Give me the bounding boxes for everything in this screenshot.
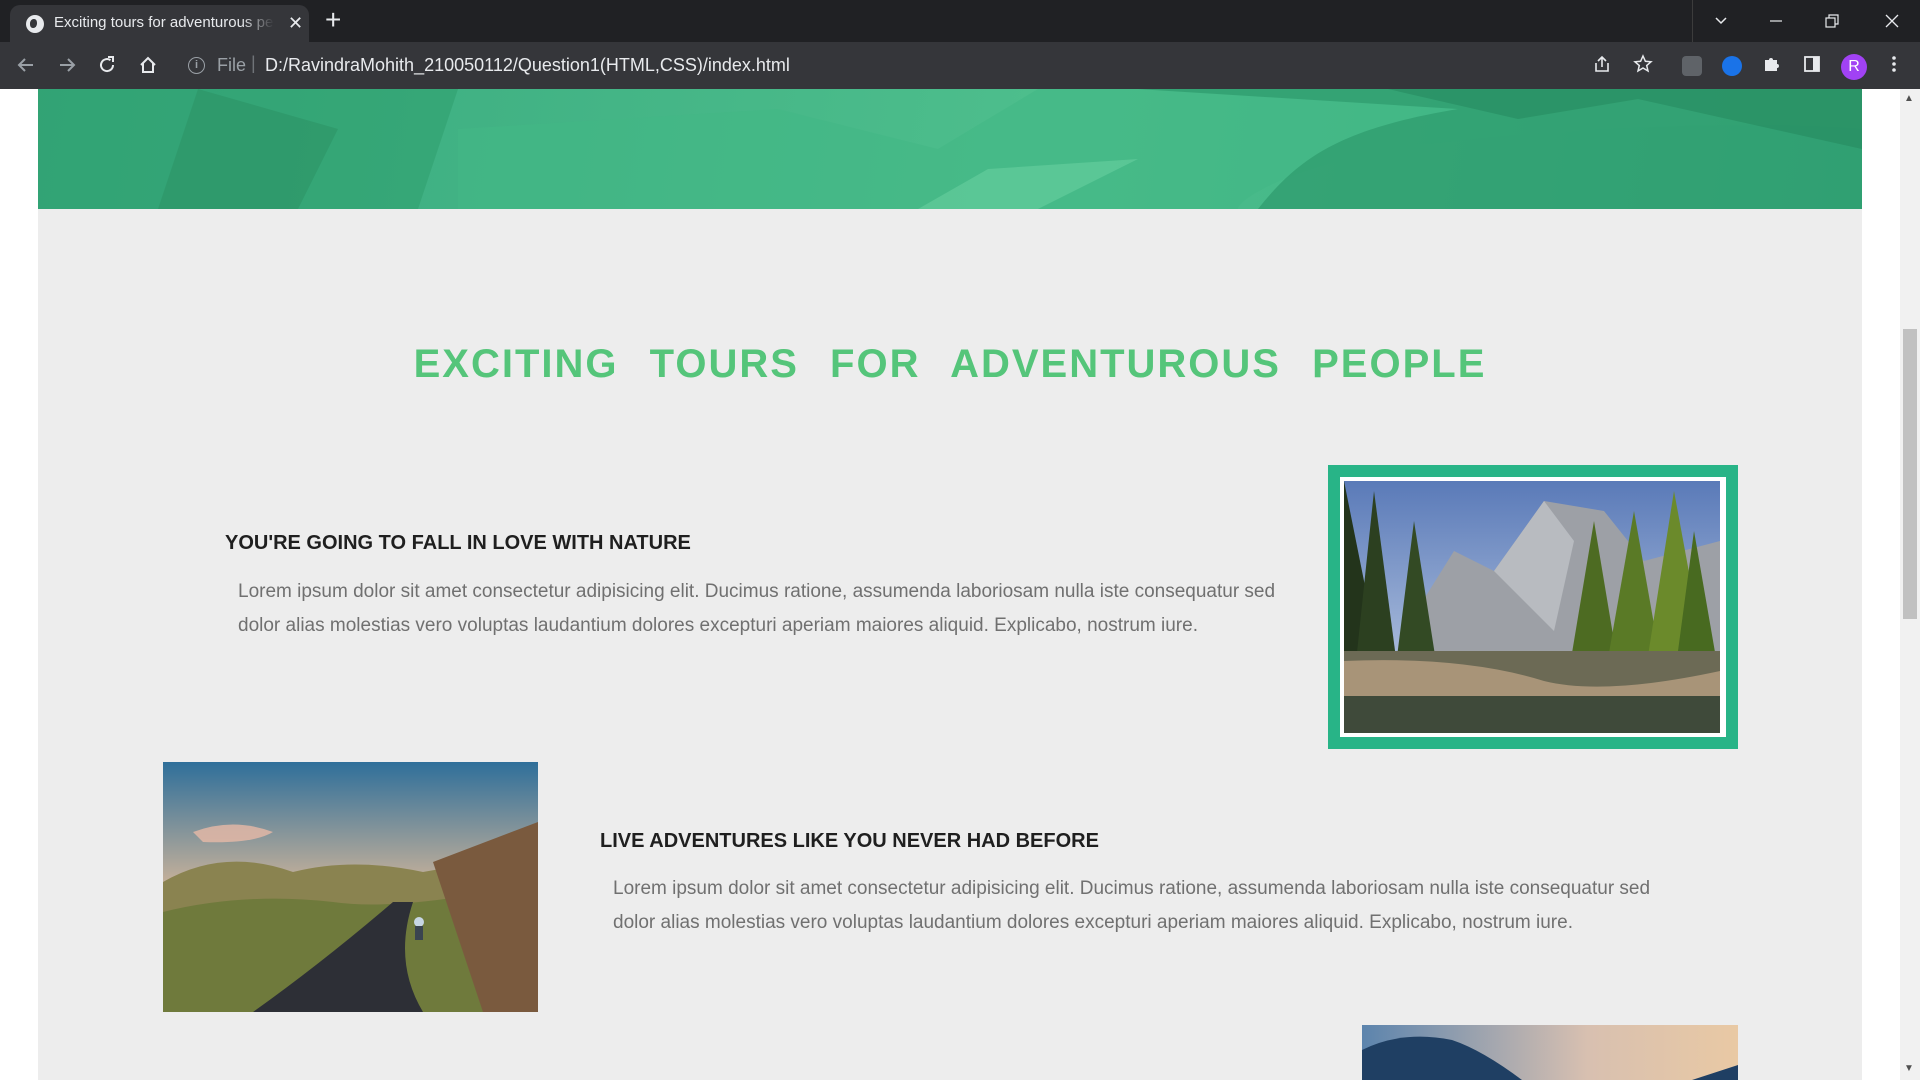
extensions-button[interactable]: [1760, 54, 1784, 78]
chevron-down-icon: [1714, 17, 1727, 25]
close-window-button[interactable]: [1864, 0, 1920, 42]
more-vert-icon: [1892, 56, 1896, 72]
reload-button[interactable]: [89, 48, 125, 82]
new-tab-button[interactable]: +: [325, 6, 341, 34]
scroll-up-icon[interactable]: ▲: [1904, 93, 1914, 104]
bookmark-button[interactable]: [1631, 54, 1655, 78]
side-panel-button[interactable]: [1800, 54, 1824, 78]
menu-button[interactable]: [1882, 54, 1906, 78]
home-icon: [140, 56, 156, 73]
feature-text: Lorem ipsum dolor sit amet consectetur a…: [238, 581, 1276, 636]
tab-title: Exciting tours for adventurous people: [54, 14, 274, 31]
back-button[interactable]: [8, 48, 44, 82]
forward-button[interactable]: [49, 48, 85, 82]
browser-toolbar: i File | D:/RavindraMohith_210050112/Que…: [0, 42, 1920, 89]
header-hero-image: [38, 89, 1862, 209]
forest-photo-frame: [1328, 465, 1738, 749]
minimize-button[interactable]: [1748, 0, 1804, 42]
feature-heading: LIVE ADVENTURES LIKE YOU NEVER HAD BEFOR…: [600, 830, 1099, 852]
star-icon: [1633, 54, 1653, 73]
arrow-left-icon: [17, 58, 33, 72]
profile-avatar[interactable]: R: [1841, 54, 1867, 80]
side-panel-icon: [1804, 56, 1820, 72]
feature-heading: YOU'RE GOING TO FALL IN LOVE WITH NATURE: [225, 532, 691, 554]
close-icon: [1885, 14, 1899, 28]
puzzle-icon: [1765, 58, 1779, 71]
forest-landscape-icon: [1344, 481, 1720, 733]
address-separator: |: [251, 53, 256, 73]
reload-icon: [100, 56, 115, 73]
vertical-scrollbar[interactable]: ▲ ▼: [1900, 89, 1920, 1080]
browser-tab[interactable]: Exciting tours for adventurous people ✕: [10, 5, 309, 42]
tab-search-button[interactable]: [1692, 0, 1748, 42]
scrollbar-thumb[interactable]: [1903, 329, 1917, 619]
mountain-landscape-icon: [38, 89, 1862, 209]
tab-strip: Exciting tours for adventurous people ✕ …: [0, 0, 1920, 42]
extension-icon[interactable]: [1722, 56, 1742, 76]
lake-sunset-photo: [1362, 1025, 1738, 1080]
site-info-icon[interactable]: i: [188, 57, 205, 74]
close-tab-icon[interactable]: ✕: [288, 13, 303, 33]
minimize-icon: [1770, 20, 1782, 22]
page-content: EXCITING TOURS FOR ADVENTUROUS PEOPLE YO…: [38, 89, 1862, 1080]
share-button[interactable]: [1590, 54, 1614, 78]
share-icon: [1595, 55, 1609, 72]
mountain-lake-icon: [1362, 1025, 1738, 1080]
scroll-down-icon[interactable]: ▼: [1904, 1063, 1914, 1074]
forest-lake-photo: [1344, 481, 1722, 733]
arrow-right-icon: [60, 58, 76, 72]
cyclist-road-photo: [163, 762, 538, 1012]
section-title: EXCITING TOURS FOR ADVENTUROUS PEOPLE: [413, 342, 1487, 386]
address-prefix: File: [217, 55, 247, 75]
restore-icon: [1825, 14, 1839, 28]
page-viewport: EXCITING TOURS FOR ADVENTUROUS PEOPLE YO…: [0, 89, 1920, 1080]
feature-text: Lorem ipsum dolor sit amet consectetur a…: [613, 878, 1651, 933]
globe-icon: [26, 15, 44, 33]
restore-button[interactable]: [1804, 0, 1860, 42]
extension-icon[interactable]: [1682, 56, 1702, 76]
cyclist-landscape-icon: [163, 762, 538, 1012]
address-bar[interactable]: D:/RavindraMohith_210050112/Question1(HT…: [265, 55, 790, 76]
home-button[interactable]: [130, 48, 166, 82]
